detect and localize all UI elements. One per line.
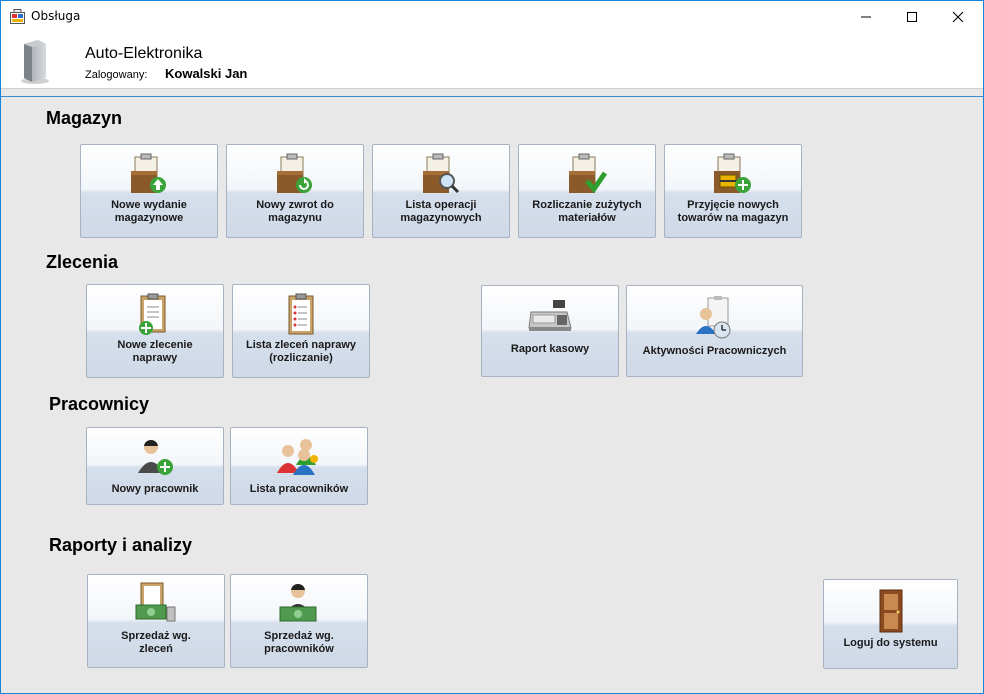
warehouse-check-icon xyxy=(569,153,607,194)
order-list-icon xyxy=(288,293,314,335)
maximize-button[interactable] xyxy=(889,1,935,32)
app-icon xyxy=(10,9,25,24)
minimize-button[interactable] xyxy=(843,1,889,32)
close-icon xyxy=(952,11,964,22)
warehouse-receive-icon xyxy=(714,153,751,193)
user-activity-icon xyxy=(695,296,730,339)
sales-by-employee-icon xyxy=(279,583,317,622)
section-pracownicy: Pracownicy xyxy=(49,394,150,414)
raport-kasowy-button[interactable]: Raport kasowy xyxy=(481,285,619,377)
rozliczanie-label: Rozliczanie zużytych materiałów xyxy=(532,199,642,224)
lista-zlecen-button[interactable]: Lista zleceń naprawy (rozliczanie) xyxy=(232,284,370,378)
section-raporty: Raporty i analizy xyxy=(49,535,193,555)
app-header: Auto-Elektronika Zalogowany: Kowalski Ja… xyxy=(1,32,983,89)
sales-by-order-icon xyxy=(135,582,176,622)
lista-zlecen-label: Lista zleceń naprawy (rozliczanie) xyxy=(245,339,357,364)
loguj-label: Loguj do systemu xyxy=(843,637,938,649)
login-label: Zalogowany: xyxy=(85,69,148,81)
logged-user: Kowalski Jan xyxy=(165,66,248,81)
nowy-pracownik-label: Nowy pracownik xyxy=(111,483,199,495)
nowe-zlecenie-label: Nowe zlecenie naprawy xyxy=(117,339,193,364)
sprzedaz-zlecen-button[interactable]: Sprzedaż wg. zleceń xyxy=(87,574,225,668)
loguj-button[interactable]: Loguj do systemu xyxy=(823,579,958,669)
aktywnosci-button[interactable]: Aktywności Pracowniczych xyxy=(626,285,803,377)
przyjecie-label: Przyjęcie nowych towarów na magazyn xyxy=(677,199,789,224)
close-button[interactable] xyxy=(935,1,981,32)
lista-pracownikow-label: Lista pracowników xyxy=(249,483,349,495)
header-divider xyxy=(1,96,983,97)
lista-pracownikow-button[interactable]: Lista pracowników xyxy=(230,427,368,505)
building-icon xyxy=(21,40,49,84)
warehouse-return-icon xyxy=(277,153,312,193)
nowy-pracownik-button[interactable]: Nowy pracownik xyxy=(86,427,224,505)
nowe-zlecenie-button[interactable]: Nowe zlecenie naprawy xyxy=(86,284,224,378)
lista-operacji-button[interactable]: Lista operacji magazynowych xyxy=(372,144,510,238)
users-group-icon xyxy=(277,439,318,475)
cash-register-icon xyxy=(528,300,572,331)
warehouse-issue-icon xyxy=(131,153,166,193)
nowy-zwrot-label: Nowy zwrot do magazynu xyxy=(256,199,334,224)
main-window: Obsługa Auto-Elektronika Zalogowany: Kow… xyxy=(0,0,984,694)
rozliczanie-button[interactable]: Rozliczanie zużytych materiałów xyxy=(518,144,656,238)
add-user-icon xyxy=(138,439,173,475)
company-name: Auto-Elektronika xyxy=(85,45,203,62)
raport-kasowy-label: Raport kasowy xyxy=(510,343,590,355)
sprzedaz-pracownikow-button[interactable]: Sprzedaż wg. pracowników xyxy=(230,574,368,668)
aktywnosci-label: Aktywności Pracowniczych xyxy=(642,345,787,357)
nowe-wydanie-label: Nowe wydanie magazynowe xyxy=(111,199,187,224)
section-magazyn: Magazyn xyxy=(46,108,123,128)
minimize-icon xyxy=(861,16,871,17)
nowy-zwrot-button[interactable]: Nowy zwrot do magazynu xyxy=(226,144,364,238)
new-order-icon xyxy=(139,293,166,335)
title-bar[interactable]: Obsługa xyxy=(1,1,983,32)
section-zlecenia: Zlecenia xyxy=(46,252,119,272)
nowe-wydanie-button[interactable]: Nowe wydanie magazynowe xyxy=(80,144,218,238)
maximize-icon xyxy=(907,11,917,22)
window-title: Obsługa xyxy=(31,9,81,23)
przyjecie-button[interactable]: Przyjęcie nowych towarów na magazyn xyxy=(664,144,802,238)
sprzedaz-zlecen-label: Sprzedaż wg. zleceń xyxy=(121,630,191,655)
door-icon xyxy=(879,589,902,633)
lista-operacji-label: Lista operacji magazynowych xyxy=(400,199,482,224)
sprzedaz-pracownikow-label: Sprzedaż wg. pracowników xyxy=(264,630,334,655)
warehouse-search-icon xyxy=(423,153,460,194)
